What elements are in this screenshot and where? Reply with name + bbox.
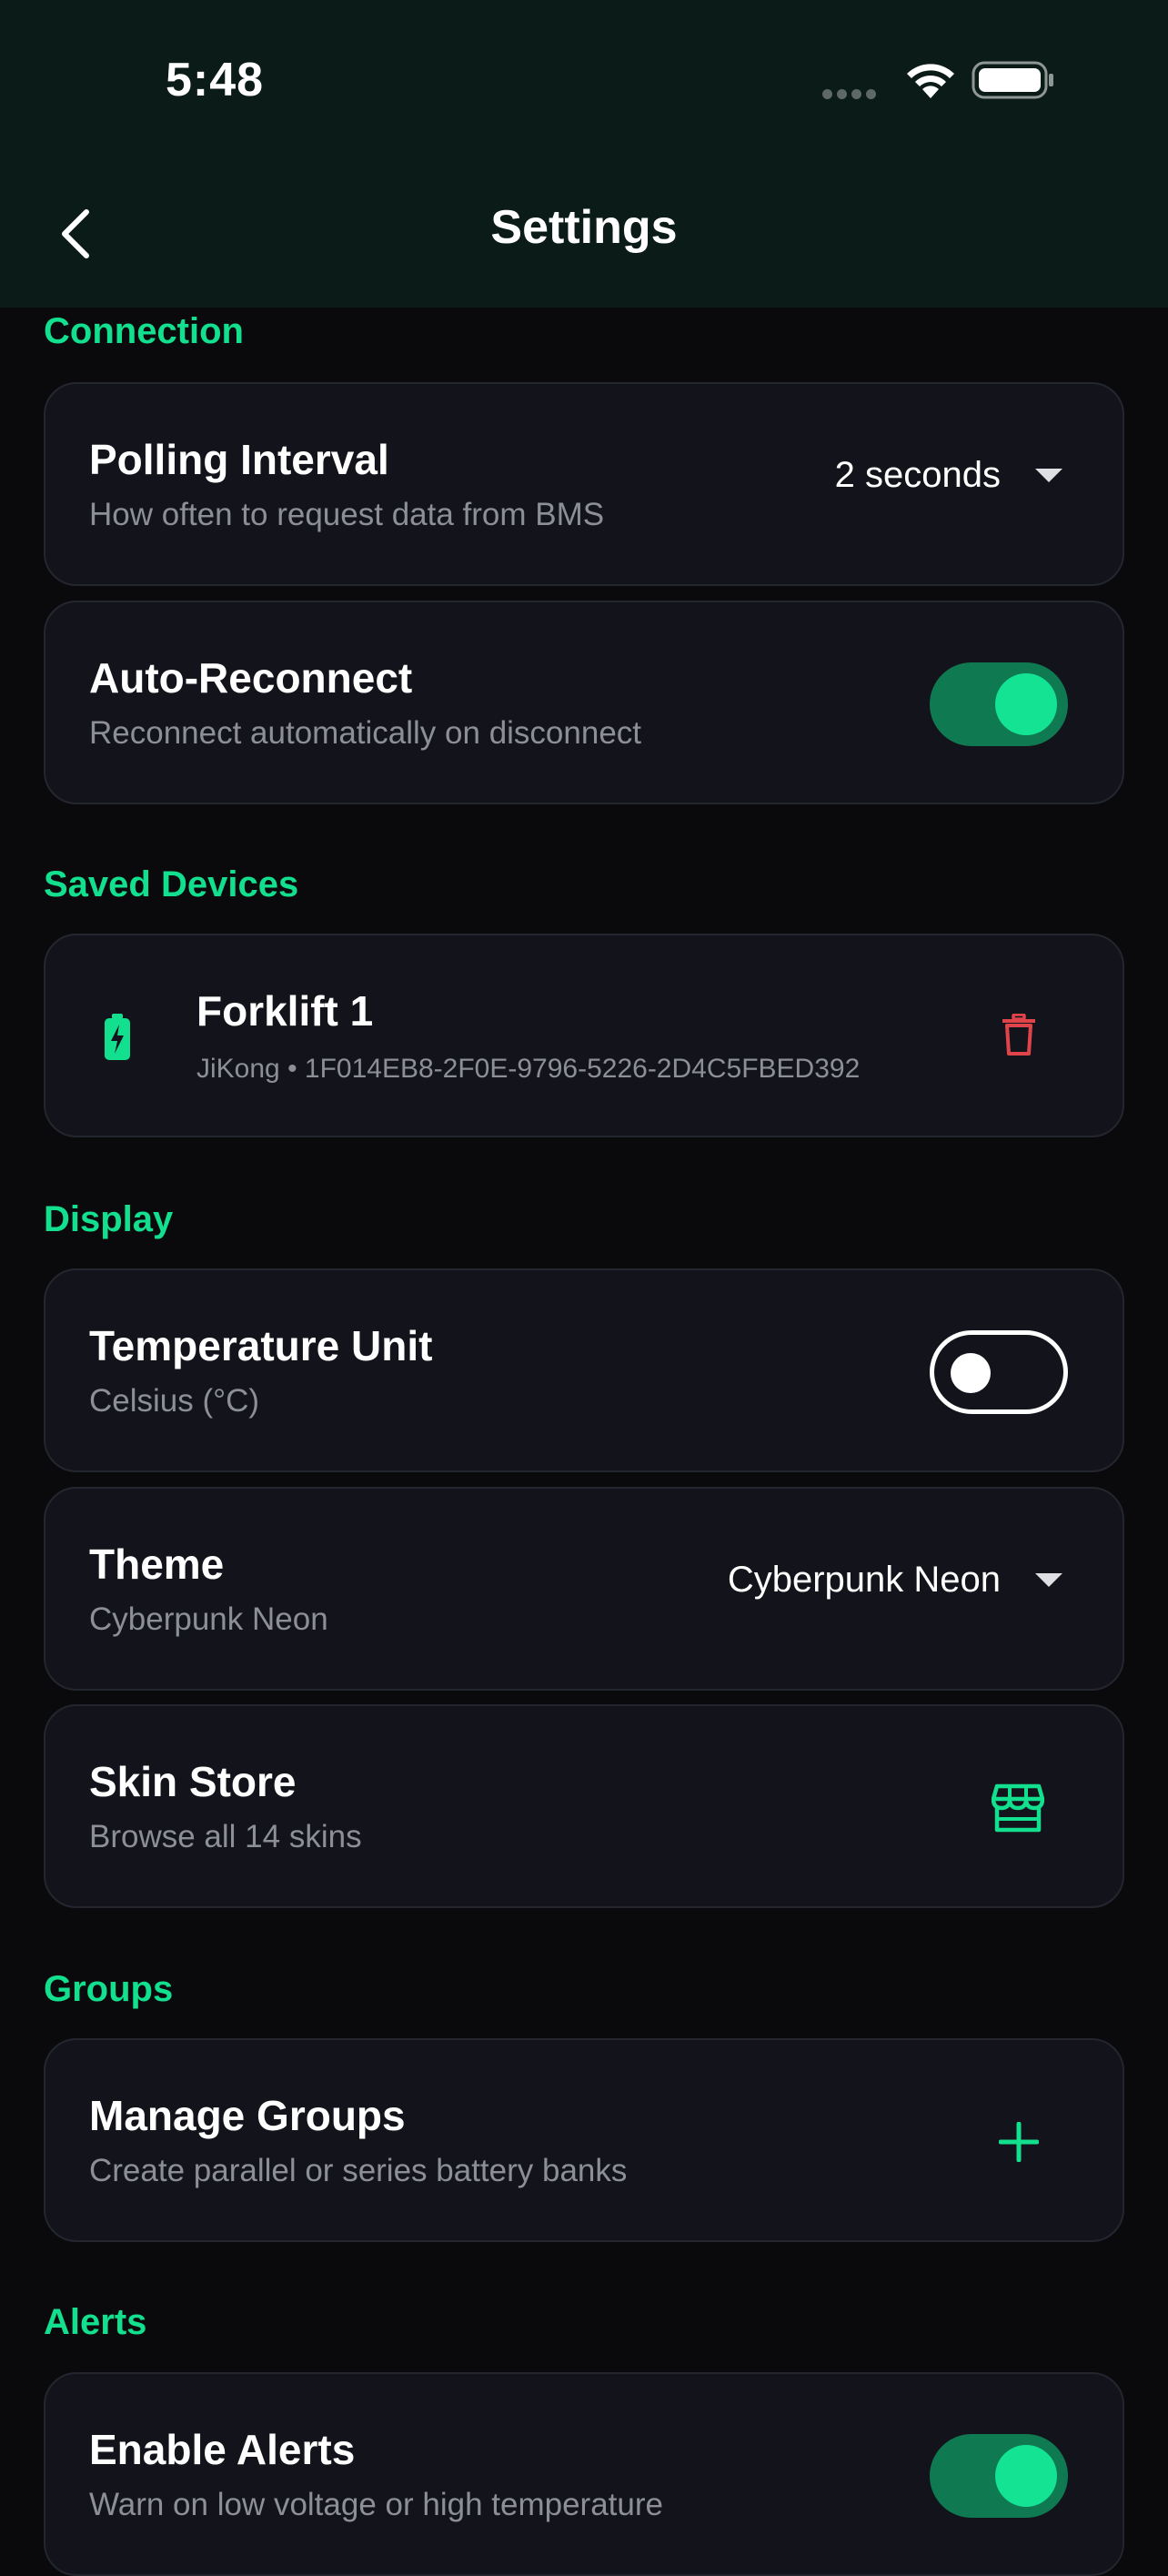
polling-interval-value: 2 seconds <box>834 455 1001 495</box>
page-title: Settings <box>490 201 678 254</box>
temperature-unit-description: Celsius (°C) <box>89 1383 260 1419</box>
status-time: 5:48 <box>166 54 265 106</box>
temperature-unit-row: Temperature Unit Celsius (°C) <box>44 1268 1124 1472</box>
battery-icon <box>972 61 1053 99</box>
status-icons <box>822 56 1059 102</box>
polling-interval-row[interactable]: Polling Interval How often to request da… <box>44 382 1124 586</box>
enable-alerts-row: Enable Alerts Warn on low voltage or hig… <box>44 2372 1124 2576</box>
caret-down-icon <box>1035 1573 1062 1587</box>
toggle-knob <box>995 2445 1057 2507</box>
plus-icon[interactable] <box>999 2122 1039 2162</box>
auto-reconnect-label: Auto-Reconnect <box>89 654 413 702</box>
auto-reconnect-row: Auto-Reconnect Reconnect automatically o… <box>44 601 1124 804</box>
skin-store-row[interactable]: Skin Store Browse all 14 skins <box>44 1704 1124 1908</box>
auto-reconnect-toggle[interactable] <box>930 662 1068 746</box>
theme-label: Theme <box>89 1541 225 1588</box>
toggle-knob <box>995 673 1057 735</box>
caret-down-icon <box>1035 469 1062 482</box>
temperature-unit-label: Temperature Unit <box>89 1322 433 1369</box>
toggle-knob <box>951 1353 991 1393</box>
enable-alerts-toggle[interactable] <box>930 2434 1068 2518</box>
polling-interval-label: Polling Interval <box>89 436 389 483</box>
manage-groups-label: Manage Groups <box>89 2092 406 2139</box>
app-header: 5:48 Settings <box>0 0 1168 308</box>
store-icon <box>992 1783 1044 1833</box>
section-title-groups: Groups <box>44 1969 174 2009</box>
enable-alerts-label: Enable Alerts <box>89 2426 356 2473</box>
section-title-alerts: Alerts <box>44 2302 147 2342</box>
theme-description: Cyberpunk Neon <box>89 1601 328 1637</box>
section-title-display: Display <box>44 1199 174 1239</box>
device-row-forklift-1[interactable]: Forklift 1 JiKong • 1F014EB8-2F0E-9796-5… <box>44 934 1124 1137</box>
theme-row[interactable]: Theme Cyberpunk Neon Cyberpunk Neon <box>44 1487 1124 1691</box>
device-name: Forklift 1 <box>196 987 374 1035</box>
signal-dots-icon <box>822 87 881 104</box>
enable-alerts-description: Warn on low voltage or high temperature <box>89 2487 663 2522</box>
section-title-saved-devices: Saved Devices <box>44 864 299 904</box>
skin-store-description: Browse all 14 skins <box>89 1819 362 1854</box>
manage-groups-description: Create parallel or series battery banks <box>89 2153 628 2188</box>
wifi-icon <box>907 64 954 98</box>
polling-interval-dropdown[interactable]: 2 seconds <box>835 455 1062 496</box>
skin-store-label: Skin Store <box>89 1758 297 1805</box>
polling-interval-description: How often to request data from BMS <box>89 497 605 532</box>
temperature-unit-toggle[interactable] <box>930 1330 1068 1414</box>
battery-charging-icon <box>105 1014 130 1060</box>
manage-groups-row[interactable]: Manage Groups Create parallel or series … <box>44 2038 1124 2242</box>
section-title-connection: Connection <box>44 311 244 351</box>
auto-reconnect-description: Reconnect automatically on disconnect <box>89 715 642 751</box>
theme-dropdown[interactable]: Cyberpunk Neon <box>728 1560 1062 1601</box>
theme-value: Cyberpunk Neon <box>727 1560 1001 1600</box>
trash-icon[interactable] <box>1002 1014 1035 1056</box>
device-details: JiKong • 1F014EB8-2F0E-9796-5226-2D4C5FB… <box>196 1054 861 1084</box>
